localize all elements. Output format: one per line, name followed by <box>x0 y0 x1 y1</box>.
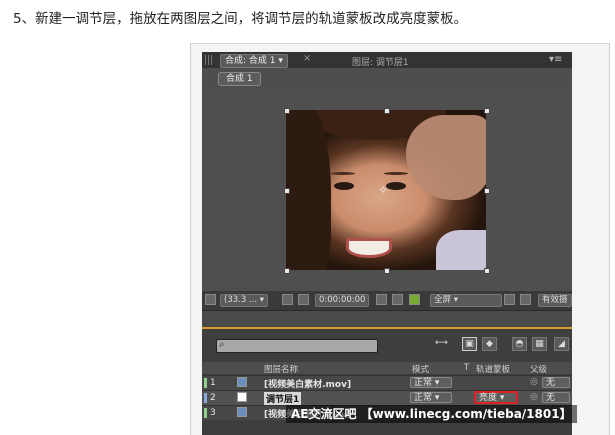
transform-handle[interactable] <box>384 268 390 274</box>
transparency-grid-icon[interactable] <box>520 294 531 305</box>
draft-3d-icon[interactable]: ◆ <box>482 337 497 351</box>
panel-grip-icon[interactable] <box>205 55 214 65</box>
zoom-dropdown[interactable]: (33.3 ... ▾ <box>220 294 269 307</box>
timecode-field[interactable]: 0:00:00:00 <box>315 294 370 307</box>
transform-handle[interactable] <box>384 108 390 114</box>
layer-label-color[interactable] <box>204 378 207 388</box>
column-mode[interactable]: 模式 <box>412 363 429 375</box>
track-matte-dropdown[interactable]: 亮度 ▾ <box>474 391 518 404</box>
layer-label-color[interactable] <box>204 393 207 403</box>
blend-mode-dropdown[interactable]: 正常 ▾ <box>410 377 452 388</box>
parent-pickwhip-icon[interactable]: ◎ <box>530 377 538 387</box>
column-track-matte[interactable]: 轨道蒙板 <box>476 363 510 375</box>
transform-handle[interactable] <box>484 188 490 194</box>
column-layer-name[interactable]: 图层名称 <box>264 363 298 375</box>
search-icon: ⌕ <box>219 339 225 350</box>
layer-name[interactable]: [视频美白素材.mov] <box>264 377 351 390</box>
column-parent[interactable]: 父级 <box>530 363 547 375</box>
resolution-dropdown[interactable]: 全屏 ▾ <box>430 294 502 307</box>
layer-label-color[interactable] <box>204 408 207 418</box>
footage-icon <box>237 407 247 417</box>
camera-view-dropdown[interactable]: 有效摄 <box>538 294 572 307</box>
composition-viewer[interactable]: ✧ <box>202 88 572 291</box>
layer-column-headers: 图层名称 模式 T 轨道蒙板 父级 <box>202 362 572 375</box>
anchor-point-icon[interactable]: ✧ <box>378 183 388 197</box>
close-icon[interactable]: × <box>303 53 311 64</box>
show-snapshot-icon[interactable] <box>392 294 403 305</box>
safe-zones-icon[interactable] <box>282 294 293 305</box>
parent-dropdown[interactable]: 无 <box>542 377 570 388</box>
layer-search-input[interactable]: ⌕ <box>216 339 378 353</box>
tab-layer[interactable]: 图层: 调节层1 <box>352 55 409 68</box>
adjustment-layer-icon <box>237 392 247 402</box>
footage-icon <box>237 377 247 387</box>
transform-handle[interactable] <box>484 108 490 114</box>
panel-divider <box>202 310 572 328</box>
frame-blending-icon[interactable]: ▦ <box>532 337 547 351</box>
viewer-controls: (33.3 ... ▾ 0:00:00:00 全屏 ▾ 有效摄 <box>202 291 572 310</box>
mask-visibility-icon[interactable] <box>298 294 309 305</box>
layer-row[interactable]: 1 [视频美白素材.mov] 正常 ▾ ◎ 无 <box>202 375 572 390</box>
tab-composition[interactable]: 合成: 合成 1 ▾ <box>220 54 288 68</box>
breadcrumb-composition[interactable]: 合成 1 <box>218 72 261 86</box>
snapshot-icon[interactable] <box>376 294 387 305</box>
composition-mini-flowchart-icon[interactable]: ▣ <box>462 337 477 351</box>
step-caption: 5、新建一调节层，拖放在两图层之间，将调节层的轨道蒙板改成亮度蒙板。 <box>13 11 468 27</box>
parent-dropdown[interactable]: 无 <box>542 392 570 403</box>
always-preview-icon[interactable] <box>205 294 216 305</box>
parent-pickwhip-icon[interactable]: ◎ <box>530 392 538 402</box>
motion-blur-icon[interactable]: ◢ <box>554 337 569 351</box>
channel-rgb-icon[interactable] <box>409 294 420 305</box>
panel-menu-icon[interactable]: ▾≡ <box>549 54 562 65</box>
transform-handle[interactable] <box>284 268 290 274</box>
column-t[interactable]: T <box>464 363 469 373</box>
transform-handle[interactable] <box>284 188 290 194</box>
transform-handle[interactable] <box>484 268 490 274</box>
after-effects-window: 合成: 合成 1 ▾ × 图层: 调节层1 ▾≡ 合成 1 ✧ (33.3 .. <box>202 52 572 435</box>
flowchart-icon[interactable]: ⟷ <box>434 337 449 351</box>
transform-handle[interactable] <box>284 108 290 114</box>
layer-name[interactable]: 调节层1 <box>264 392 302 405</box>
watermark: AE交流区吧 【www.linecg.com/tieba/1801】 <box>286 405 577 423</box>
region-of-interest-icon[interactable] <box>504 294 515 305</box>
shy-layers-icon[interactable]: ◓ <box>512 337 527 351</box>
blend-mode-dropdown[interactable]: 正常 ▾ <box>410 392 452 403</box>
layer-row-selected[interactable]: 2 调节层1 正常 ▾ 亮度 ▾ ◎ 无 <box>202 390 572 405</box>
tab-bar: 合成: 合成 1 ▾ × 图层: 调节层1 ▾≡ <box>202 52 572 68</box>
